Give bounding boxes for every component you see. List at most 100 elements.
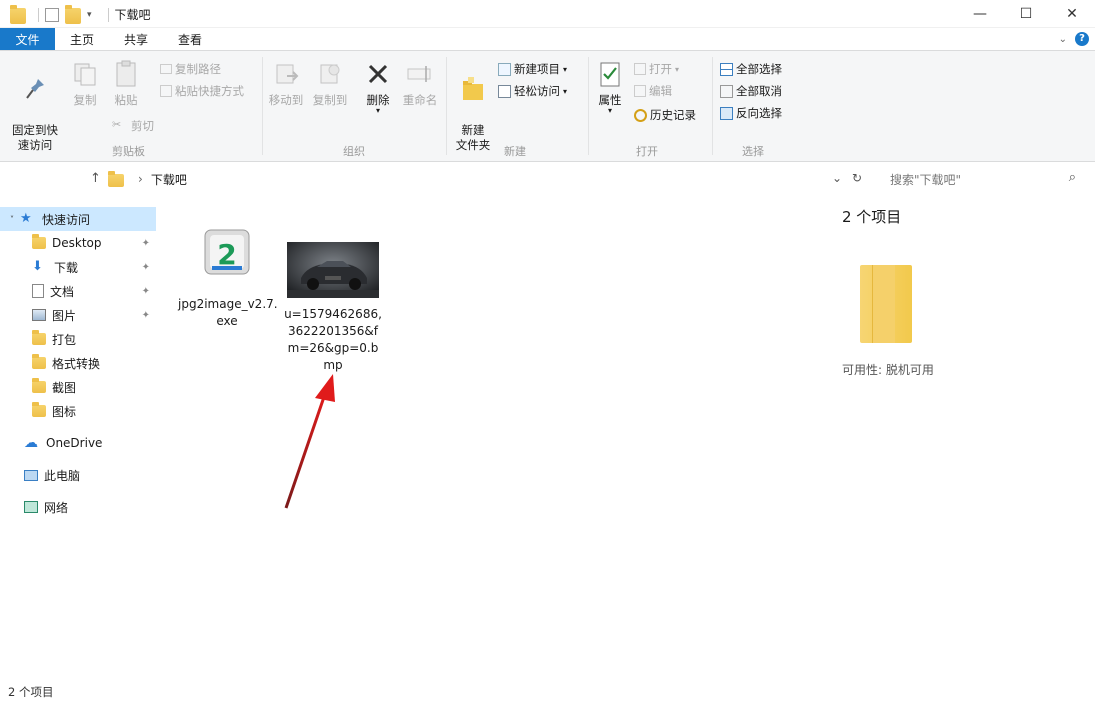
- breadcrumb-downloadba[interactable]: 下载吧: [151, 171, 187, 188]
- move-to-button[interactable]: 移动到: [266, 59, 306, 108]
- edit-button[interactable]: 编辑: [634, 83, 672, 99]
- file-item-jpg2image[interactable]: 2 jpg2image_v2.7. exe: [178, 226, 278, 330]
- copy-button[interactable]: 复制: [66, 59, 104, 108]
- pin-to-quick-access-button[interactable]: 固定到快 速访问: [6, 59, 64, 153]
- nav-item-icons[interactable]: 图标: [0, 399, 156, 423]
- folder-icon: [32, 330, 46, 345]
- scissors-icon: ✂: [112, 118, 122, 131]
- file-name: u=1579462686, 3622201356&f m=26&gp=0.b m…: [284, 307, 382, 372]
- folder-icon: [10, 5, 26, 24]
- large-folder-icon: [860, 265, 912, 343]
- pin-icon: ✦: [141, 285, 150, 297]
- nav-item-format-convert[interactable]: 格式转换: [0, 351, 156, 375]
- select-none-icon: [720, 84, 733, 98]
- group-label-open: 打开: [636, 145, 658, 158]
- breadcrumb-chevron-icon[interactable]: ›: [138, 172, 143, 186]
- new-folder-icon[interactable]: [65, 5, 81, 24]
- new-item-icon: [498, 62, 511, 76]
- search-box[interactable]: 搜索"下载吧" ⌕: [882, 168, 1082, 190]
- copy-to-icon: [314, 59, 346, 89]
- copy-icon: [69, 59, 101, 89]
- delete-icon: [362, 59, 394, 89]
- network-icon: [24, 501, 38, 513]
- tab-share[interactable]: 共享: [109, 28, 163, 50]
- refresh-icon[interactable]: ↻: [852, 171, 862, 185]
- folder-icon: [32, 378, 46, 393]
- customize-toolbar-icon[interactable]: ▾: [87, 10, 92, 20]
- copy-path-button[interactable]: 复制路径: [160, 61, 221, 77]
- search-icon[interactable]: ⌕: [1069, 170, 1076, 185]
- address-dropdown-icon[interactable]: ⌄: [832, 171, 842, 185]
- expand-chevron-icon[interactable]: ˅: [10, 215, 14, 224]
- navigation-pane: ˅ ★ 快速访问 Desktop ✦ ⬇ 下载 ✦ 文档 ✦ 图片 ✦ 打包 格…: [0, 204, 160, 674]
- folder-icon: [32, 402, 46, 417]
- paste-button[interactable]: 粘贴: [106, 59, 146, 108]
- nav-item-network[interactable]: 网络: [0, 495, 156, 519]
- ribbon-help: ⌄ ?: [1059, 32, 1089, 46]
- pin-icon: ✦: [141, 261, 150, 273]
- easy-access-button[interactable]: 轻松访问 ▾: [498, 83, 567, 99]
- nav-item-onedrive[interactable]: ☁ OneDrive: [0, 431, 156, 455]
- computer-icon: [24, 469, 38, 481]
- group-label-new: 新建: [504, 145, 526, 158]
- file-item-car-bmp[interactable]: u=1579462686, 3622201356&f m=26&gp=0.b m…: [283, 242, 383, 374]
- jpg2image-app-icon: 2: [203, 226, 251, 278]
- new-folder-icon: [457, 74, 489, 104]
- nav-item-screenshots[interactable]: 截图: [0, 375, 156, 399]
- picture-icon: [32, 309, 46, 321]
- group-label-organize: 组织: [343, 145, 365, 158]
- ribbon-tabs: 文件 主页 共享 查看: [0, 28, 1095, 50]
- window-title: 下载吧: [114, 8, 151, 22]
- paste-icon: [110, 59, 142, 89]
- up-arrow-icon[interactable]: ↑: [90, 171, 101, 186]
- pin-icon: ✦: [141, 237, 150, 249]
- open-button[interactable]: 打开 ▾: [634, 61, 679, 77]
- nav-item-pictures[interactable]: 图片 ✦: [0, 303, 156, 327]
- properties-button[interactable]: 属性 ▾: [592, 59, 628, 115]
- folder-icon: [108, 170, 124, 187]
- open-icon: [634, 63, 646, 75]
- help-icon[interactable]: ?: [1075, 32, 1089, 46]
- maximize-button[interactable]: ☐: [1003, 0, 1049, 28]
- nav-item-downloads[interactable]: ⬇ 下载 ✦: [0, 255, 156, 279]
- select-all-icon: [720, 62, 733, 76]
- status-item-count: 2 个项目: [8, 685, 54, 699]
- nav-item-pack[interactable]: 打包: [0, 327, 156, 351]
- nav-item-quick-access[interactable]: ˅ ★ 快速访问: [0, 207, 156, 231]
- file-name: jpg2image_v2.7. exe: [178, 297, 278, 328]
- nav-item-documents[interactable]: 文档 ✦: [0, 279, 156, 303]
- select-all-button[interactable]: 全部选择: [720, 61, 782, 77]
- tab-home[interactable]: 主页: [55, 28, 109, 50]
- close-button[interactable]: ✕: [1049, 0, 1095, 28]
- rename-button[interactable]: 重命名: [398, 59, 442, 108]
- tab-file[interactable]: 文件: [0, 28, 55, 50]
- new-item-button[interactable]: 新建项目 ▾: [498, 61, 567, 77]
- paste-shortcut-button[interactable]: 粘贴快捷方式: [160, 83, 244, 99]
- nav-item-this-pc[interactable]: 此电脑: [0, 463, 156, 487]
- properties-icon[interactable]: [45, 7, 59, 22]
- copy-path-icon: [160, 64, 172, 74]
- download-icon: ⬇: [32, 259, 43, 274]
- tab-view[interactable]: 查看: [163, 28, 217, 50]
- properties-check-icon: [594, 59, 626, 89]
- pin-icon: ✦: [141, 309, 150, 321]
- preview-item-count: 2 个项目: [842, 208, 902, 226]
- new-folder-button[interactable]: 新建 文件夹: [452, 59, 494, 153]
- invert-selection-button[interactable]: 反向选择: [720, 105, 782, 121]
- rename-icon: [404, 59, 436, 89]
- history-button[interactable]: 历史记录: [634, 107, 696, 123]
- delete-button[interactable]: 删除 ▾: [358, 59, 398, 115]
- group-label-select: 选择: [742, 145, 764, 158]
- select-none-button[interactable]: 全部取消: [720, 83, 782, 99]
- address-row: ↑ › 下载吧 ⌄ ↻ 搜索"下载吧" ⌕: [0, 164, 1095, 194]
- address-bar[interactable]: › 下载吧: [108, 168, 828, 190]
- move-to-icon: [270, 59, 302, 89]
- chevron-down-icon[interactable]: ⌄: [1059, 34, 1067, 45]
- minimize-button[interactable]: —: [957, 0, 1003, 28]
- group-label-clipboard: 剪贴板: [112, 145, 145, 158]
- star-icon: ★: [20, 211, 32, 226]
- copy-to-button[interactable]: 复制到: [310, 59, 350, 108]
- cut-button[interactable]: ✂ 剪切: [112, 118, 154, 134]
- nav-item-desktop[interactable]: Desktop ✦: [0, 231, 156, 255]
- invert-selection-icon: [720, 106, 733, 120]
